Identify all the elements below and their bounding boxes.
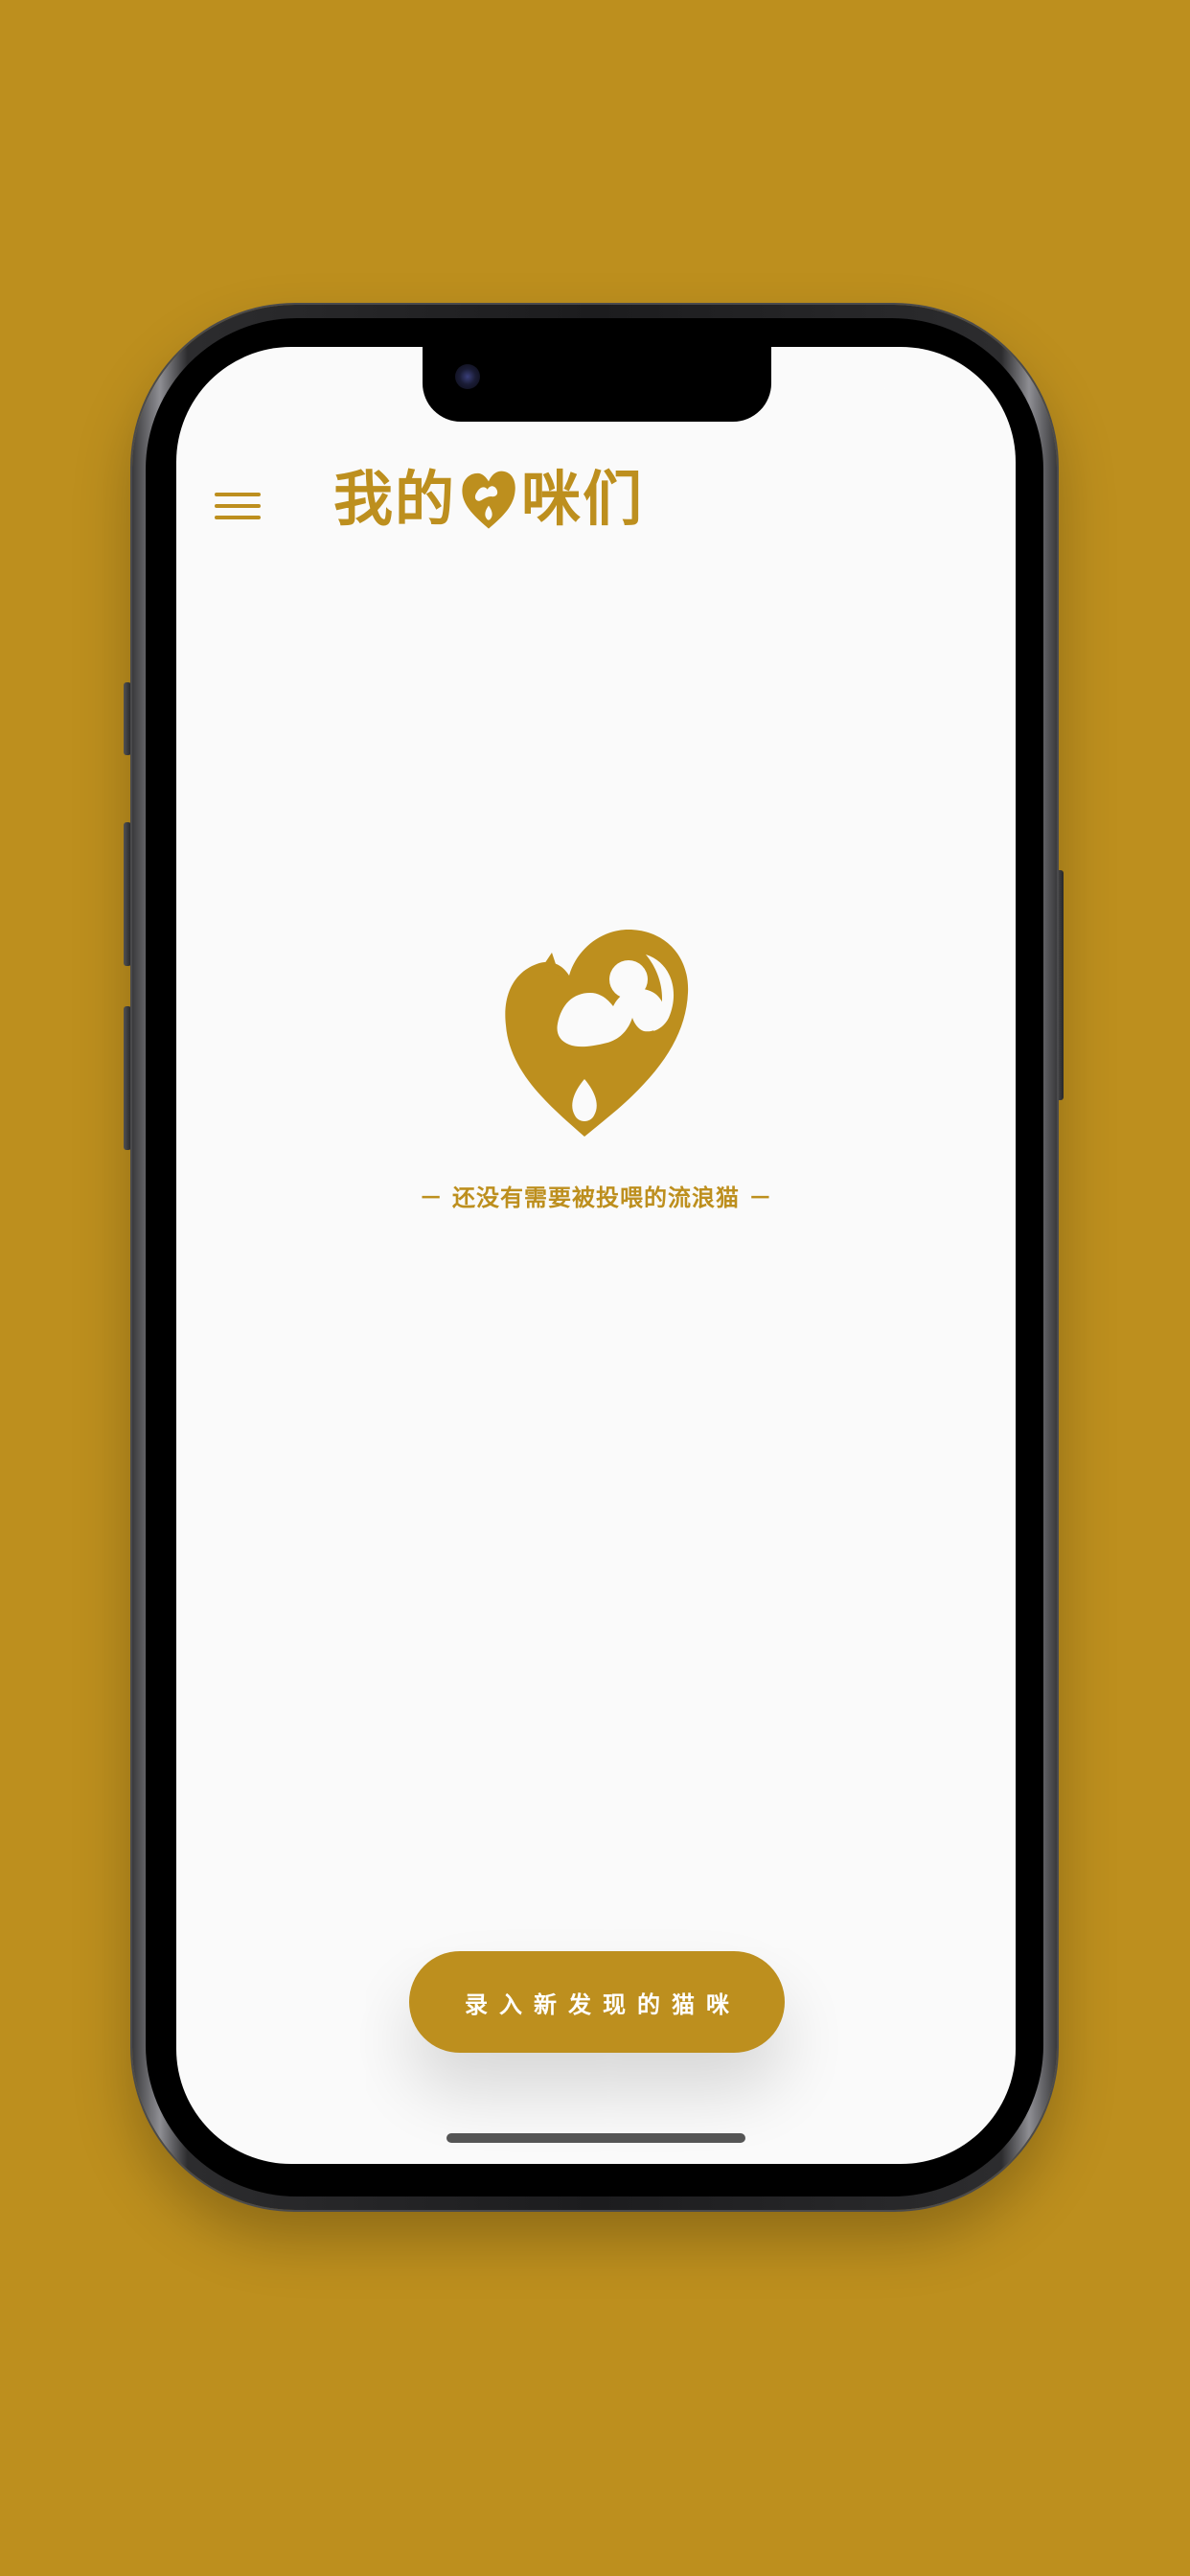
home-indicator[interactable] — [446, 2133, 745, 2143]
volume-down-button — [124, 1006, 131, 1150]
silent-switch — [124, 682, 131, 755]
add-new-cat-button[interactable]: 录入新发现的猫咪 — [409, 1951, 785, 2053]
volume-up-button — [124, 822, 131, 966]
wifi-icon — [881, 383, 914, 404]
app-title: 我的 咪们 — [333, 468, 644, 531]
power-button — [1056, 870, 1064, 1100]
cat-heart-icon — [462, 471, 515, 529]
status-time: 4:08 — [251, 378, 317, 414]
app-title-start: 我的 — [333, 464, 457, 534]
app-title-end: 咪们 — [521, 464, 645, 534]
front-camera — [455, 364, 480, 389]
empty-state-cat-heart-icon — [505, 930, 689, 1137]
menu-button[interactable] — [215, 489, 261, 523]
empty-state-message: － 还没有需要被投喂的流浪猫 － — [419, 1184, 773, 1211]
battery-icon — [926, 384, 970, 405]
notch — [423, 347, 771, 422]
app-screen: 4:08 我的 咪们 － 还没有需要被投喂的流浪猫 － 录入新发现的猫咪 — [176, 347, 1016, 2164]
hamburger-menu-icon — [215, 493, 261, 496]
status-icons — [881, 383, 970, 406]
